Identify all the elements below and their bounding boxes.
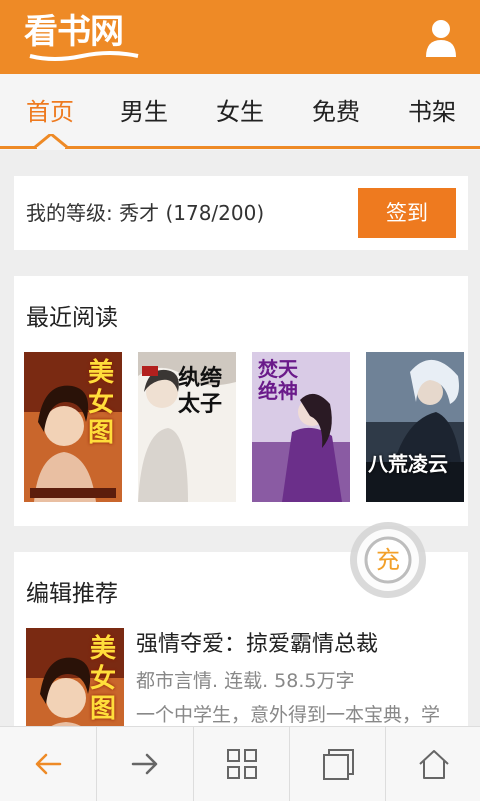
recent-book-cover[interactable]: 纨绔太子 [138, 352, 236, 502]
tab-female[interactable]: 女生 [192, 74, 288, 150]
recommended-book-meta: 都市言情. 连载. 58.5万字 [136, 670, 355, 692]
recent-book-cover[interactable]: 焚天绝神 [252, 352, 350, 502]
editor-recommend-title: 编辑推荐 [26, 581, 118, 607]
arrow-right-icon [131, 753, 158, 775]
menu-grid-button[interactable] [194, 727, 290, 801]
back-button[interactable] [0, 727, 96, 801]
checkin-button[interactable]: 签到 [358, 188, 456, 238]
level-card: 我的等级: 秀才 (178/200) 签到 [14, 176, 468, 250]
recent-reading-title: 最近阅读 [26, 305, 118, 331]
forward-button[interactable] [97, 727, 193, 801]
app-logo[interactable]: 看书网 [24, 8, 144, 64]
recharge-button-label: 充 [376, 546, 400, 574]
app-header: 看书网 [0, 0, 480, 74]
recent-reading-section: 最近阅读 美女图 纨绔太子 焚天绝神 八荒凌云 [14, 276, 468, 526]
recommended-book-title[interactable]: 强情夺爱：掠爱霸情总裁 [136, 626, 378, 658]
home-button[interactable] [386, 727, 480, 801]
cover-title: 美女图 [90, 634, 117, 724]
cover-title: 八荒凌云 [368, 452, 448, 476]
tab-bar: 首页 男生 女生 免费 书架 [0, 74, 480, 150]
tab-caret-icon [34, 134, 68, 150]
tab-male[interactable]: 男生 [96, 74, 192, 150]
tab-free[interactable]: 免费 [288, 74, 384, 150]
logo-underline-icon [29, 51, 139, 61]
bottom-toolbar [0, 726, 480, 801]
home-icon [419, 750, 449, 779]
tab-indicator-line [0, 146, 480, 149]
grid-icon [227, 749, 257, 779]
cover-title: 焚天绝神 [258, 357, 298, 403]
recent-covers: 美女图 纨绔太子 焚天绝神 八荒凌云 [24, 352, 468, 504]
cover-title: 美女图 [88, 358, 115, 448]
recent-book-cover[interactable]: 八荒凌云 [366, 352, 464, 502]
recent-book-cover[interactable]: 美女图 [24, 352, 122, 502]
windows-icon [323, 749, 354, 780]
recharge-float-button[interactable]: 充 [348, 520, 428, 600]
windows-button[interactable] [290, 727, 386, 801]
tab-bookshelf[interactable]: 书架 [384, 74, 480, 150]
cover-title: 纨绔太子 [178, 366, 223, 417]
arrow-left-icon [35, 753, 62, 775]
user-icon[interactable] [424, 18, 458, 58]
level-text: 我的等级: 秀才 (178/200) [26, 201, 265, 225]
recommended-book-description: 一个中学生，意外得到一本宝典，学 [136, 704, 441, 726]
